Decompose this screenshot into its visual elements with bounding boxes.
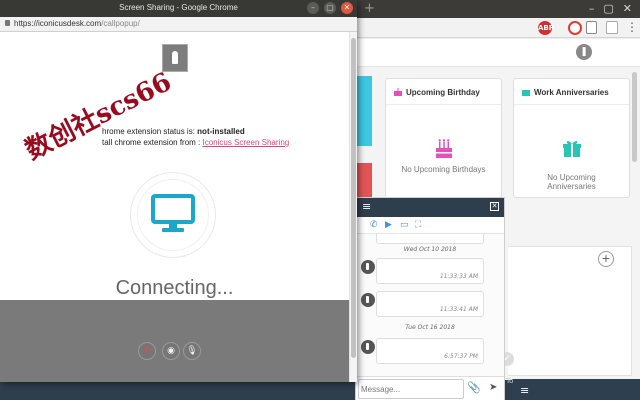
lock-icon — [5, 20, 10, 26]
tag-icon[interactable] — [586, 21, 597, 34]
phone-icon[interactable]: ✆ — [370, 220, 378, 230]
extension-status-value: not-installed — [197, 127, 245, 136]
page-scrollbar[interactable] — [632, 72, 637, 162]
work-anniversaries-card: Work Anniversaries No Upcoming Anniversa… — [513, 78, 630, 198]
gift-icon — [522, 90, 530, 96]
watermark: 数创社scs66 — [20, 67, 177, 167]
chat-panel: ≡ ✕ ✆ ▶ ▭ ⛶ Wed Oct 10 2018 11:33:33 AM … — [355, 197, 505, 400]
popup-minimize-button[interactable]: – — [307, 2, 319, 14]
mic-icon[interactable]: 🎙 — [183, 342, 201, 360]
abp-icon[interactable]: ABP — [538, 21, 554, 35]
fullscreen-icon[interactable]: ⛶ — [415, 220, 421, 230]
maximize-button[interactable]: ▢ — [603, 3, 613, 15]
video-icon[interactable]: ▶ — [385, 220, 392, 230]
chat-messages[interactable]: Wed Oct 10 2018 11:33:33 AM 11:33:41 AM … — [356, 234, 504, 376]
message-time: 6:57:37 PM — [444, 353, 478, 360]
connecting-status: Connecting... — [115, 277, 234, 299]
add-button[interactable]: + — [598, 251, 614, 267]
new-tab-button[interactable]: + — [364, 1, 375, 16]
chat-message: 11:33:41 AM — [376, 291, 484, 317]
window-controls: – ▢ ✕ — [589, 3, 632, 15]
chat-actions-bar: ✆ ▶ ▭ ⛶ — [356, 218, 504, 234]
work-empty-text-line1: No Upcoming — [547, 173, 596, 182]
birthday-empty-text: No Upcoming Birthdays — [401, 165, 486, 174]
chat-close-icon[interactable]: ✕ — [490, 202, 499, 211]
popup-maximize-button[interactable]: ▢ — [324, 2, 336, 14]
chat-menu-icon[interactable]: ≡ — [362, 200, 371, 213]
message-time: 11:33:41 AM — [439, 306, 478, 313]
cake-icon — [394, 88, 402, 96]
install-instruction: tall chrome extension from : Iconicus Sc… — [102, 138, 290, 147]
browser-menu-icon[interactable]: ⋮ — [626, 20, 638, 34]
popup-scrollbar-thumb[interactable] — [351, 38, 356, 358]
chat-message — [376, 234, 484, 244]
send-icon[interactable]: ➤ — [489, 382, 497, 393]
chat-message: 11:33:33 AM — [376, 258, 484, 284]
hangup-icon[interactable]: ✆ — [138, 342, 156, 360]
app-logo-icon[interactable]: ❚ — [576, 44, 592, 60]
work-empty-text-line2: Anniversaries — [547, 182, 596, 191]
birthday-card-title: Upcoming Birthday — [406, 88, 480, 97]
popup-address-bar[interactable]: https://iconicusdesk.com/callpopup/ — [0, 17, 357, 32]
bottom-menu-icon[interactable]: ≡ — [520, 384, 529, 397]
call-controls-bar — [0, 300, 349, 382]
upcoming-birthday-card: Upcoming Birthday No Upcoming Birthdays — [385, 78, 502, 198]
popup-url: https://iconicusdesk.com/callpopup/ — [14, 19, 140, 28]
message-input[interactable] — [358, 379, 464, 399]
view-icon[interactable]: ◉ — [162, 342, 180, 360]
chat-input-area: 📎 ➤ — [356, 376, 504, 400]
red-widget-edge — [355, 163, 372, 197]
minimize-button[interactable]: – — [589, 3, 595, 15]
attach-icon[interactable]: 📎 — [467, 381, 481, 394]
partial-label: To — [506, 377, 514, 385]
popup-window-controls: – ▢ ✕ — [307, 2, 353, 14]
extension-status: hrome extension status is: not-installed — [102, 127, 245, 136]
monitor-icon — [151, 194, 195, 232]
popup-scrollbar[interactable] — [349, 32, 357, 382]
screen-icon[interactable]: ▭ — [400, 220, 409, 230]
lower-card — [508, 246, 632, 376]
cyan-widget-edge — [355, 76, 372, 146]
screen-sharing-popup: Screen Sharing - Google Chrome – ▢ ✕ htt… — [0, 0, 357, 382]
popup-titlebar: Screen Sharing - Google Chrome – ▢ ✕ — [0, 0, 357, 17]
close-window-button[interactable]: ✕ — [623, 3, 632, 15]
install-extension-link[interactable]: Iconicus Screen Sharing — [203, 138, 290, 147]
shield-icon[interactable] — [606, 21, 618, 34]
avatar — [361, 293, 375, 307]
gift-icon — [562, 140, 581, 157]
chat-message: 6:57:37 PM — [376, 338, 484, 364]
opera-icon[interactable] — [568, 21, 582, 35]
work-card-title: Work Anniversaries — [534, 88, 609, 97]
cake-icon — [435, 139, 452, 158]
chat-header: ≡ ✕ — [356, 198, 504, 217]
bottom-bar-right — [512, 379, 640, 400]
popup-title: Screen Sharing - Google Chrome — [119, 3, 238, 12]
message-time: 11:33:33 AM — [439, 273, 478, 280]
popup-close-button[interactable]: ✕ — [341, 2, 353, 14]
brand-logo-icon — [162, 44, 188, 72]
day-separator: Tue Oct 16 2018 — [405, 324, 455, 331]
popup-content: hrome extension status is: not-installed… — [0, 32, 349, 382]
avatar — [361, 260, 375, 274]
avatar — [361, 340, 375, 354]
day-separator: Wed Oct 10 2018 — [403, 246, 457, 253]
